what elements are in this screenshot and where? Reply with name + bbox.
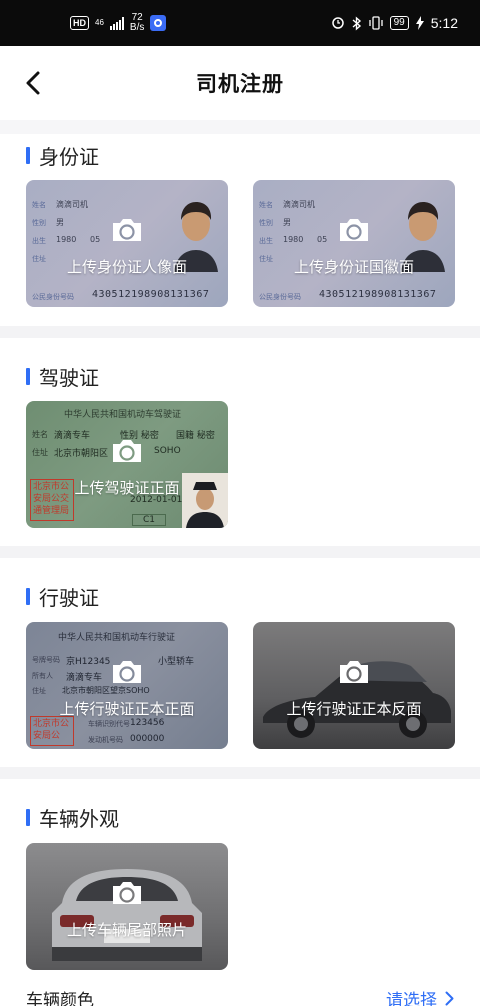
sample-id-number: 430512198908131367: [319, 289, 437, 300]
upload-caption: 上传行驶证正本正面: [59, 700, 195, 718]
upload-vehicle-rear-card[interactable]: 上传车辆尾部照片: [26, 843, 228, 970]
section-vehicle-license: 行驶证: [26, 584, 99, 610]
vehicle-color-row[interactable]: 车辆颜色 请选择: [26, 983, 454, 1006]
vlicense-heading: 中华人民共和国机动车行驶证: [58, 633, 176, 643]
app-notification-icon: [150, 15, 167, 31]
field-key: 姓名: [259, 201, 273, 209]
network-type: 46: [95, 18, 104, 27]
vlicense-owner: 滴滴专车: [66, 673, 103, 683]
vlicense-plate: 京H12345: [66, 657, 111, 667]
field-key: 出生: [32, 237, 46, 245]
license-soho: SOHO: [154, 446, 181, 456]
section-id-card: 身份证: [26, 143, 99, 169]
sample-sex: 男: [283, 218, 291, 227]
field-key: 性别: [259, 219, 273, 227]
field-key: 姓名: [32, 430, 48, 439]
camera-icon: [113, 661, 141, 683]
clock: 5:12: [430, 15, 458, 31]
upload-caption: 上传身份证国徽面: [293, 258, 414, 276]
camera-icon: [113, 219, 141, 241]
sample-year: 1980: [56, 235, 77, 244]
upload-caption: 上传身份证人像面: [66, 258, 187, 276]
license-heading: 中华人民共和国机动车驾驶证: [64, 410, 182, 420]
section-marker: [26, 146, 30, 164]
field-key: 号牌号码: [32, 656, 60, 664]
network-speed: 72 B/s: [130, 13, 144, 33]
page-title: 司机注册: [196, 72, 284, 96]
field-key: 出生: [259, 237, 273, 245]
speed-unit: B/s: [129, 22, 145, 33]
hd-indicator: HD: [70, 16, 89, 30]
section-title: 行驶证: [39, 585, 99, 610]
chevron-right-icon: [445, 991, 454, 1006]
upload-id-back-card[interactable]: 姓名 滴滴司机 性别 男 出生 1980 05 住址 公民身份号码 430512…: [253, 180, 455, 307]
status-right: 99 5:12: [331, 15, 458, 31]
status-bar: HD 46 72 B/s 99 5:12: [0, 0, 480, 46]
vlicense-type: 小型轿车: [158, 657, 195, 667]
select-placeholder: 请选择: [386, 991, 437, 1006]
vehicle-color-label: 车辆颜色: [26, 991, 94, 1006]
upload-driving-license-card[interactable]: 中华人民共和国机动车驾驶证 姓名 滴滴专车 性别 秘密 国籍 秘密 住址 北京市…: [26, 401, 228, 528]
camera-icon: [340, 219, 368, 241]
field-key: 公民身份号码: [32, 293, 74, 301]
charging-icon: [415, 16, 424, 30]
field-key: 发动机号码: [88, 736, 123, 744]
upload-vehicle-license-back-card[interactable]: 上传行驶证正本反面: [253, 622, 455, 749]
license-nationality: 国籍 秘密: [176, 431, 215, 441]
section-marker: [26, 808, 30, 826]
field-key: 车辆识别代号: [88, 720, 130, 728]
sample-name: 滴滴司机: [56, 200, 88, 209]
battery-level: 99: [389, 16, 409, 30]
vlicense-address: 北京市朝阳区望京SOHO: [62, 686, 150, 695]
divider: [0, 546, 480, 558]
status-left: HD 46 72 B/s: [70, 13, 167, 33]
divider: [0, 767, 480, 779]
license-name: 滴滴专车: [54, 431, 91, 441]
vehicle-color-select[interactable]: 请选择: [386, 986, 454, 1006]
divider: [0, 120, 480, 134]
sample-month: 05: [317, 235, 328, 244]
sample-year: 1980: [283, 235, 304, 244]
sample-name: 滴滴司机: [283, 200, 315, 209]
alarm-icon: [331, 17, 344, 29]
vlicense-engine: 000000: [130, 734, 165, 744]
camera-icon: [113, 440, 141, 462]
signal-icon: [109, 16, 124, 30]
field-key: 公民身份号码: [259, 293, 301, 301]
camera-icon: [340, 661, 368, 683]
upload-caption: 上传车辆尾部照片: [66, 921, 187, 939]
field-key: 性别: [32, 219, 46, 227]
section-driving-license: 驾驶证: [26, 364, 99, 390]
section-marker: [26, 587, 30, 605]
vlicense-stamp: 北京市公安局公: [30, 716, 74, 746]
field-key: 住址: [32, 687, 46, 695]
sample-id-number: 430512198908131367: [92, 289, 210, 300]
field-key: 住址: [32, 448, 48, 457]
upload-caption: 上传驾驶证正面: [74, 479, 180, 497]
field-key: 姓名: [32, 201, 46, 209]
nav-header: 司机注册: [0, 46, 480, 120]
section-title: 身份证: [39, 144, 99, 169]
vlicense-vin: 123456: [130, 718, 165, 728]
upload-vehicle-license-front-card[interactable]: 中华人民共和国机动车行驶证 号牌号码 京H12345 小型轿车 所有人 滴滴专车…: [26, 622, 228, 749]
divider: [0, 326, 480, 338]
license-address: 北京市朝阳区: [54, 449, 109, 459]
upload-id-front-card[interactable]: 姓名 滴滴司机 性别 男 出生 1980 05 住址 公民身份号码 430512…: [26, 180, 228, 307]
section-marker: [26, 367, 30, 385]
vibrate-icon: [368, 16, 383, 30]
license-class: C1: [132, 514, 167, 526]
upload-caption: 上传行驶证正本反面: [286, 700, 422, 718]
section-title: 驾驶证: [39, 365, 99, 390]
section-title: 车辆外观: [39, 806, 119, 831]
section-vehicle-exterior: 车辆外观: [26, 805, 119, 831]
bluetooth-icon: [352, 15, 361, 31]
sample-sex: 男: [56, 218, 64, 227]
field-key: 所有人: [32, 672, 53, 680]
camera-icon: [113, 882, 141, 904]
sample-month: 05: [90, 235, 101, 244]
